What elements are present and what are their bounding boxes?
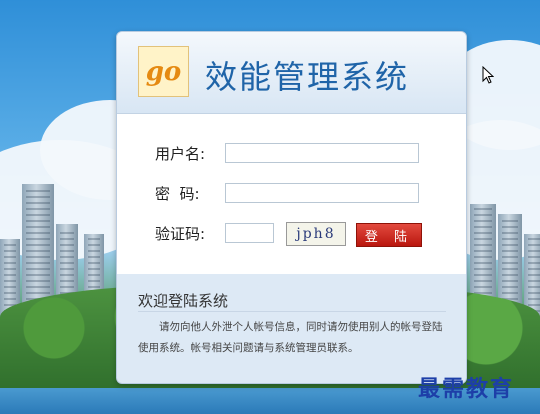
notice-text: 请勿向他人外泄个人帐号信息，同时请勿使用别人的帐号登陆使用系统。帐号相关问题请与… bbox=[138, 321, 443, 354]
captcha-input[interactable] bbox=[225, 223, 274, 243]
username-label: 用户名: bbox=[155, 145, 206, 163]
watermark: 最需教育 bbox=[418, 376, 515, 402]
login-panel: go 效能管理系统 用户名: 密 码: 验证码: jph8 登 陆 欢迎登陆系统… bbox=[116, 31, 467, 384]
login-button[interactable]: 登 陆 bbox=[356, 223, 422, 247]
username-input[interactable] bbox=[225, 143, 419, 163]
divider bbox=[138, 311, 446, 312]
welcome-title: 欢迎登陆系统 bbox=[138, 292, 229, 310]
password-input[interactable] bbox=[225, 183, 419, 203]
logo-icon: go bbox=[138, 46, 189, 97]
password-label: 密 码: bbox=[155, 185, 200, 203]
panel-header: go 效能管理系统 bbox=[117, 32, 466, 114]
captcha-image[interactable]: jph8 bbox=[286, 222, 346, 246]
captcha-label: 验证码: bbox=[155, 225, 206, 243]
app-title: 效能管理系统 bbox=[205, 58, 410, 96]
login-form: 用户名: 密 码: 验证码: jph8 登 陆 bbox=[117, 114, 466, 274]
mouse-cursor-icon bbox=[482, 66, 494, 84]
